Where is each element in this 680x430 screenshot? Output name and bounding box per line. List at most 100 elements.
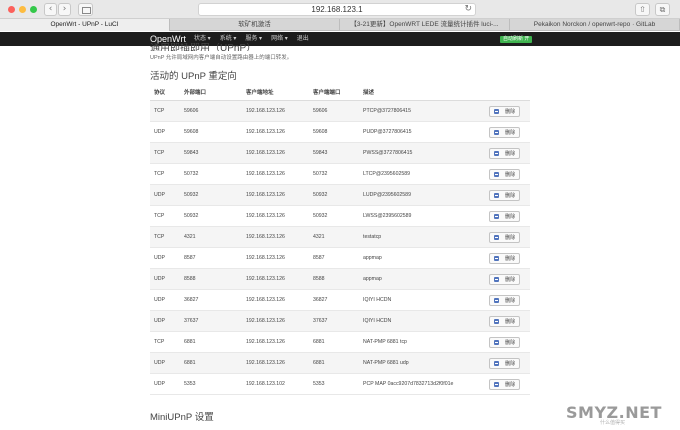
delete-icon bbox=[494, 318, 499, 324]
cell-description: PWSS@3727806415 bbox=[363, 150, 413, 156]
table-row: TCP 50932 192.168.123.126 50932 LWSS@2395602… bbox=[150, 206, 530, 227]
delete-button[interactable]: 删除 bbox=[489, 189, 521, 201]
cell-description: appmap bbox=[363, 255, 382, 261]
delete-label: 删除 bbox=[505, 192, 516, 199]
cell-external-port: 50932 bbox=[184, 213, 199, 219]
watermark-subtitle: 什么值得买 bbox=[600, 420, 626, 426]
close-window-button[interactable] bbox=[8, 6, 15, 13]
cell-client-address: 192.168.123.126 bbox=[246, 129, 285, 135]
header-client-address: 客户端地址 bbox=[246, 90, 274, 96]
table-row: UDP 8588 192.168.123.126 8588 appmap 删除 bbox=[150, 269, 530, 290]
zoom-window-button[interactable] bbox=[30, 6, 37, 13]
tabs-overview-icon[interactable]: ⧉ bbox=[655, 3, 670, 16]
header-external-port: 外部端口 bbox=[184, 90, 207, 96]
table-row: TCP 6881 192.168.123.126 6881 NAT-PMP 6881 t… bbox=[150, 332, 530, 353]
cell-external-port: 8588 bbox=[184, 276, 196, 282]
cell-client-address: 192.168.123.126 bbox=[246, 234, 285, 240]
delete-button[interactable]: 删除 bbox=[489, 105, 521, 117]
delete-button[interactable]: 删除 bbox=[489, 126, 521, 138]
menu-logout[interactable]: 退出 bbox=[297, 35, 309, 43]
delete-icon bbox=[494, 108, 499, 114]
cell-description: LWSS@2395602589 bbox=[363, 213, 412, 219]
delete-label: 删除 bbox=[505, 108, 516, 115]
cell-action: 删除 bbox=[485, 147, 530, 159]
table-row: TCP 4321 192.168.123.126 4321 testatcp 删除 bbox=[150, 227, 530, 248]
delete-label: 删除 bbox=[505, 150, 516, 157]
delete-button[interactable]: 删除 bbox=[489, 273, 521, 285]
minimize-window-button[interactable] bbox=[19, 6, 26, 13]
tab-gitlab-repo[interactable]: Pekaikon Norckon / openwrt-repo · GitLab bbox=[510, 19, 680, 31]
table-row: UDP 37637 192.168.123.126 37637 IQIYI HCDN 删除 bbox=[150, 311, 530, 332]
address-bar[interactable]: 192.168.123.1 ↻ bbox=[198, 3, 476, 16]
header-action bbox=[485, 86, 530, 100]
cell-protocol: UDP bbox=[154, 129, 165, 135]
delete-button[interactable]: 删除 bbox=[489, 378, 521, 390]
cell-protocol: UDP bbox=[154, 297, 165, 303]
page-description: UPnP 允许局域网内客户端自动设置路由器上的端口转发。 bbox=[150, 55, 293, 61]
cell-protocol: TCP bbox=[154, 213, 165, 219]
cell-client-port: 5353 bbox=[313, 381, 325, 387]
delete-label: 删除 bbox=[505, 129, 516, 136]
delete-label: 删除 bbox=[505, 339, 516, 346]
page-title: 通用即插即用（UPnP） bbox=[150, 43, 257, 51]
cell-protocol: TCP bbox=[154, 339, 165, 345]
cell-description: PCP MAP 0acc9207d7832713d2f0f01e bbox=[363, 381, 454, 387]
cell-client-port: 37637 bbox=[313, 318, 328, 324]
cell-client-port: 4321 bbox=[313, 234, 325, 240]
cell-protocol: UDP bbox=[154, 360, 165, 366]
menu-system[interactable]: 系统 ▾ bbox=[220, 35, 237, 43]
cell-external-port: 59606 bbox=[184, 108, 199, 114]
cell-action: 删除 bbox=[485, 126, 530, 138]
openwrt-header: OpenWrt 状态 ▾ 系统 ▾ 服务 ▾ 网络 ▾ 退出 自动刷新 开 bbox=[0, 32, 680, 46]
delete-icon bbox=[494, 339, 499, 345]
delete-button[interactable]: 删除 bbox=[489, 231, 521, 243]
delete-button[interactable]: 删除 bbox=[489, 315, 521, 327]
cell-description: LTCP@2395602589 bbox=[363, 171, 410, 177]
sidebar-toggle-icon[interactable] bbox=[78, 3, 93, 16]
back-icon[interactable]: ‹ bbox=[44, 3, 57, 16]
cell-external-port: 50732 bbox=[184, 171, 199, 177]
tab-openwrt-upnp[interactable]: OpenWrt - UPnP - LuCI bbox=[0, 19, 170, 31]
reload-icon[interactable]: ↻ bbox=[464, 3, 472, 15]
cell-external-port: 5353 bbox=[184, 381, 196, 387]
cell-external-port: 59843 bbox=[184, 150, 199, 156]
cell-client-port: 59606 bbox=[313, 108, 328, 114]
table-row: TCP 59606 192.168.123.126 59606 PTCP@3727806… bbox=[150, 101, 530, 122]
cell-external-port: 4321 bbox=[184, 234, 196, 240]
menu-status[interactable]: 状态 ▾ bbox=[194, 35, 211, 43]
cell-client-address: 192.168.123.126 bbox=[246, 339, 285, 345]
table-header: 协议 外部端口 客户端地址 客户端端口 描述 bbox=[150, 86, 530, 101]
share-icon[interactable]: ⇧ bbox=[635, 3, 650, 16]
header-protocol: 协议 bbox=[154, 90, 166, 96]
table-row: UDP 8587 192.168.123.126 8587 appmap 删除 bbox=[150, 248, 530, 269]
header-client-port: 客户端端口 bbox=[313, 90, 341, 96]
delete-button[interactable]: 删除 bbox=[489, 336, 521, 348]
delete-button[interactable]: 删除 bbox=[489, 210, 521, 222]
delete-button[interactable]: 删除 bbox=[489, 294, 521, 306]
cell-action: 删除 bbox=[485, 357, 530, 369]
cell-client-address: 192.168.123.126 bbox=[246, 318, 285, 324]
delete-icon bbox=[494, 297, 499, 303]
cell-client-address: 192.168.123.126 bbox=[246, 150, 285, 156]
delete-button[interactable]: 删除 bbox=[489, 252, 521, 264]
cell-description: IQIYI HCDN bbox=[363, 318, 392, 324]
cell-client-address: 192.168.123.102 bbox=[246, 381, 285, 387]
cell-action: 删除 bbox=[485, 294, 530, 306]
delete-icon bbox=[494, 192, 499, 198]
tab-traffic-plugin[interactable]: 【3-21更新】OpenWRT LEDE 流量统计插件 luci-... bbox=[340, 19, 510, 31]
forward-icon[interactable]: › bbox=[58, 3, 71, 16]
auto-refresh-badge[interactable]: 自动刷新 开 bbox=[500, 36, 533, 43]
delete-label: 删除 bbox=[505, 234, 516, 241]
table-row: UDP 50932 192.168.123.126 50932 LUDP@2395602… bbox=[150, 185, 530, 206]
tab-miner-activation[interactable]: 软矿机激活 bbox=[170, 19, 340, 31]
header-description: 描述 bbox=[363, 90, 375, 96]
menu-network[interactable]: 网络 ▾ bbox=[271, 35, 288, 43]
cell-action: 删除 bbox=[485, 378, 530, 390]
delete-button[interactable]: 删除 bbox=[489, 168, 521, 180]
cell-action: 删除 bbox=[485, 273, 530, 285]
delete-button[interactable]: 删除 bbox=[489, 147, 521, 159]
delete-label: 删除 bbox=[505, 381, 516, 388]
delete-button[interactable]: 删除 bbox=[489, 357, 521, 369]
menu-services[interactable]: 服务 ▾ bbox=[245, 35, 262, 43]
cell-client-port: 8587 bbox=[313, 255, 325, 261]
